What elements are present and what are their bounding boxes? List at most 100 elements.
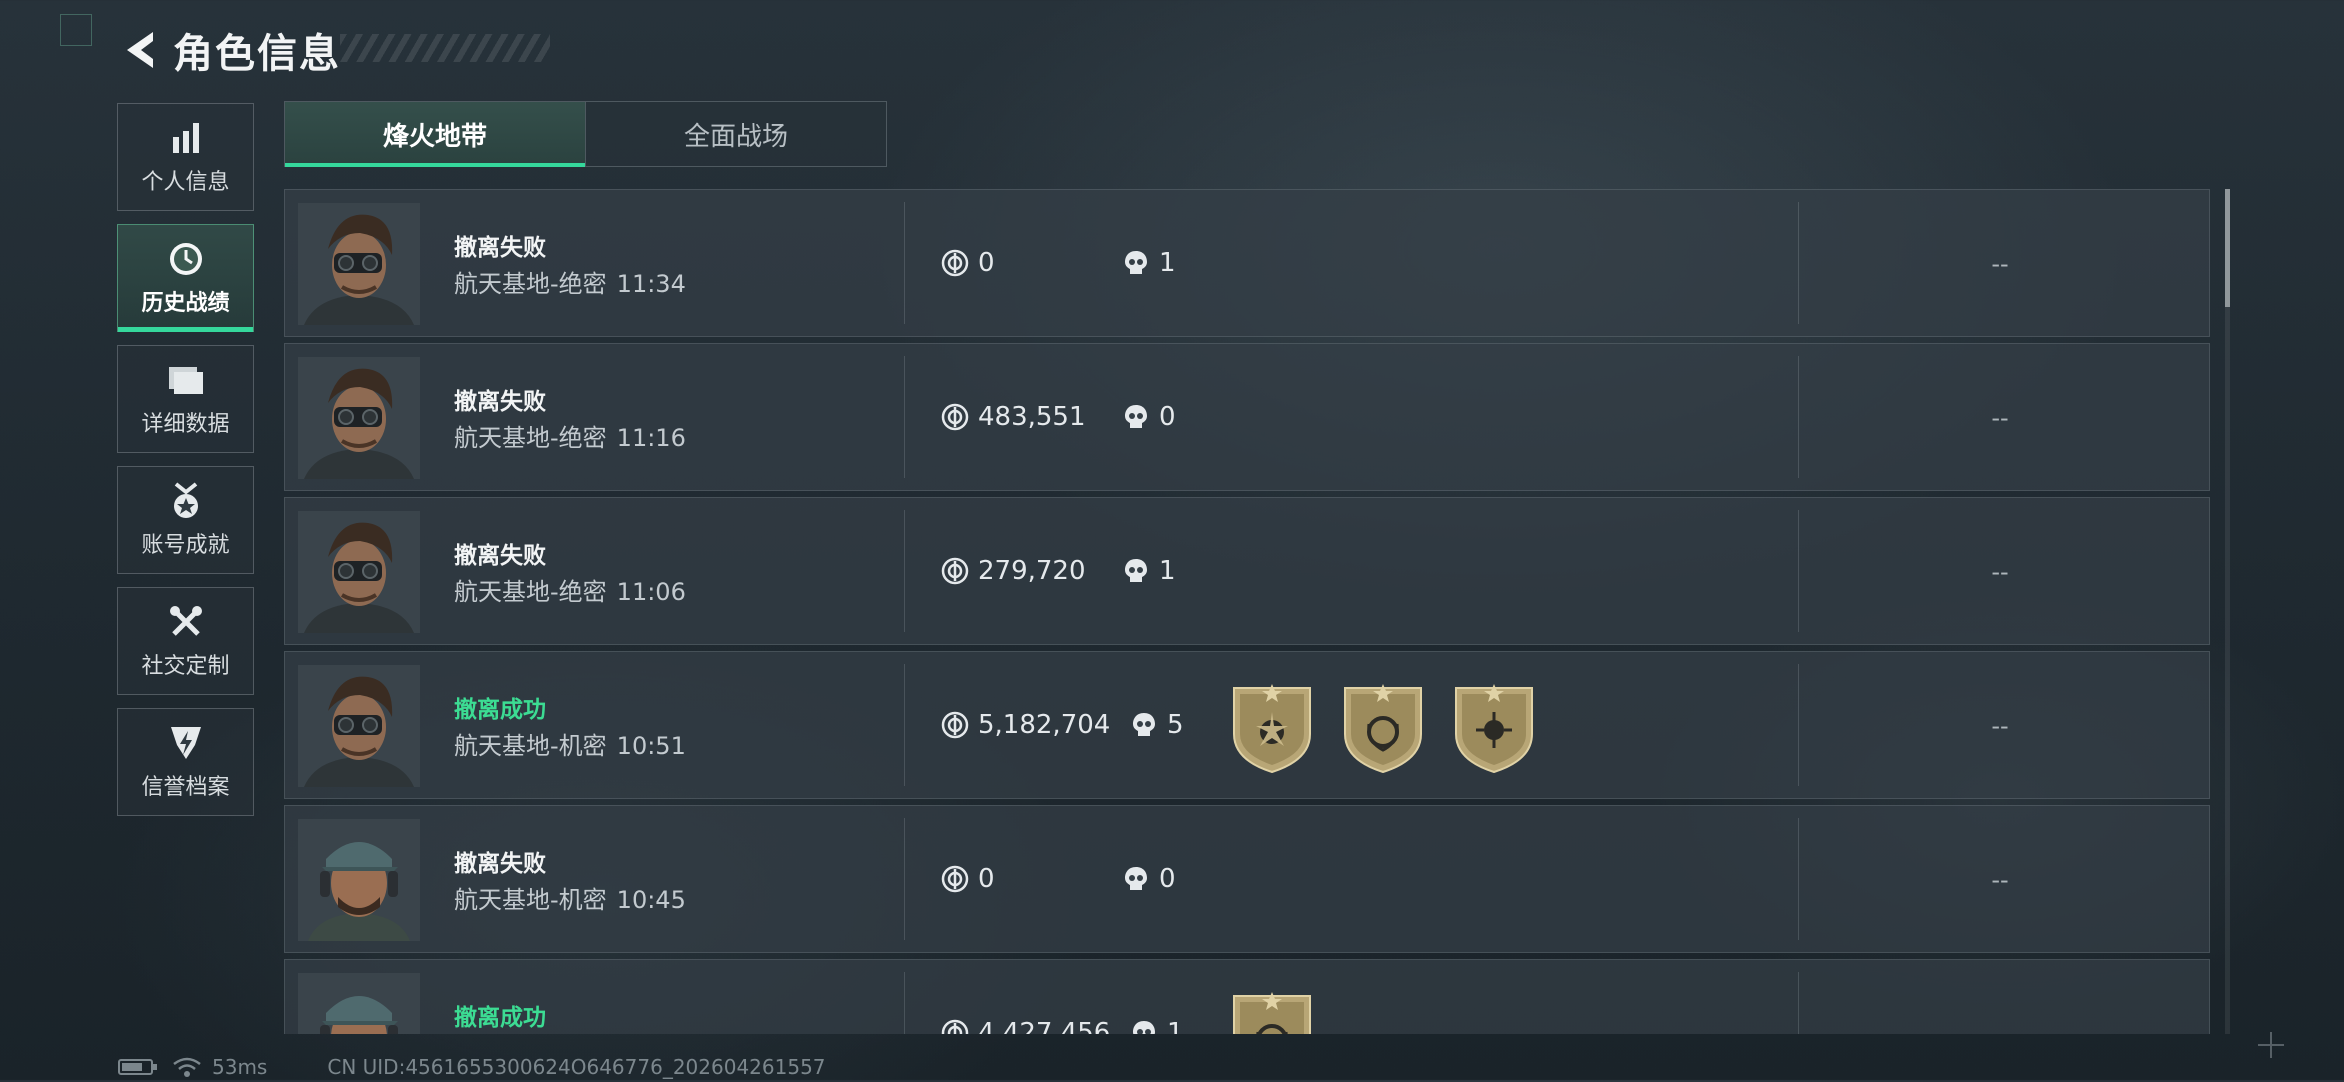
sidebar-item-label: 个人信息: [141, 170, 230, 195]
coin-icon: [940, 556, 970, 586]
column-divider: [904, 664, 905, 786]
match-record-list[interactable]: 撤离失败 航天基地-绝密 11:34 0 1 -- 撤离失败 航天基地-绝密 11:16 483,…: [284, 189, 2212, 1034]
medal-icon: [166, 481, 206, 521]
battery-icon: [118, 1059, 157, 1075]
tab-warfare-zone[interactable]: 烽火地带: [285, 102, 585, 167]
skull-icon: [1121, 556, 1151, 586]
scrollbar[interactable]: [2225, 189, 2230, 1034]
match-record-row[interactable]: 撤离失败航天基地-绝密 11:06 279,720 1 --: [284, 497, 2210, 645]
tab-full-battlefield[interactable]: 全面战场: [585, 102, 886, 166]
mode-tabs: 烽火地带 全面战场: [284, 101, 887, 167]
kills-stat: 1: [1121, 554, 1176, 588]
folder-icon: [166, 360, 206, 400]
sidebar-item-label: 账号成就: [141, 533, 230, 558]
loot-value-stat: 0: [940, 246, 995, 280]
loot-value: 4,427,456: [978, 1018, 1111, 1034]
tools-icon: [166, 602, 206, 642]
corner-decoration: [60, 14, 92, 46]
back-button[interactable]: [115, 26, 163, 74]
sidebar-item-social-custom[interactable]: 社交定制: [117, 587, 254, 695]
map-name: 航天基地-绝密: [454, 270, 607, 298]
map-name: 航天基地-机密: [454, 886, 607, 914]
extraction-status: 撤离失败: [454, 543, 546, 569]
match-record-row[interactable]: 撤离失败 航天基地-机密 10:45 0 0 --: [284, 805, 2210, 953]
kills-stat: 0: [1121, 400, 1176, 434]
loot-value: 279,720: [978, 556, 1086, 586]
sidebar-item-label: 历史战绩: [141, 291, 230, 316]
match-record-row[interactable]: 撤离失败 航天基地-绝密 11:34 0 1 --: [284, 189, 2210, 337]
operator-avatar: [298, 203, 420, 325]
title-decoration: [340, 34, 550, 62]
map-and-time: 航天基地-绝密 11:06: [454, 572, 686, 607]
skull-icon: [1121, 864, 1151, 894]
sidebar-item-achievements[interactable]: 账号成就: [117, 466, 254, 574]
skull-icon: [1129, 710, 1159, 740]
sidebar-item-label: 信誉档案: [141, 775, 230, 800]
kills-stat: 5: [1129, 708, 1184, 742]
loot-value: 5,182,704: [978, 710, 1111, 740]
status-footer: 53ms CN UID:4561655300624O646776_2026042…: [118, 1052, 826, 1082]
kills-stat: 1: [1129, 1016, 1184, 1034]
loot-value-stat: 279,720: [940, 554, 1086, 588]
ping-value: 53ms: [212, 1055, 268, 1079]
kills-stat: 0: [1121, 862, 1176, 896]
kill-count: 5: [1167, 710, 1184, 740]
column-divider: [1798, 818, 1799, 940]
wreath-medal-icon[interactable]: [1228, 990, 1316, 1034]
map-and-time: 航天基地-绝密 11:16: [454, 418, 686, 453]
wreath-medal-icon[interactable]: [1339, 682, 1427, 774]
header: 角色信息: [115, 20, 341, 80]
map-and-time: 航天基地-机密 10:45: [454, 880, 686, 915]
map-name: 航天基地-绝密: [454, 578, 607, 606]
extra-info: --: [1991, 558, 2009, 586]
extra-info: --: [1991, 1020, 2009, 1034]
coin-icon: [940, 1018, 970, 1034]
operator-avatar: [298, 511, 420, 633]
extra-info: --: [1991, 250, 2009, 278]
coin-icon: [940, 710, 970, 740]
wifi-icon: [173, 1057, 201, 1077]
kill-count: 1: [1167, 1018, 1184, 1034]
operator-avatar: [298, 665, 420, 787]
coin-icon: [940, 402, 970, 432]
coin-icon: [940, 248, 970, 278]
operator-avatar: [298, 819, 420, 941]
sidebar-item-detailed-data[interactable]: 详细数据: [117, 345, 254, 453]
sidebar-item-match-history[interactable]: 历史战绩: [117, 224, 254, 332]
match-time: 10:45: [616, 886, 686, 914]
burst-medal-icon[interactable]: [1228, 682, 1316, 774]
map-name: 航天基地-绝密: [454, 424, 607, 452]
back-arrow-icon: [127, 32, 153, 68]
kill-count: 1: [1159, 556, 1176, 586]
skull-icon: [1121, 248, 1151, 278]
sidebar-item-reputation[interactable]: 信誉档案: [117, 708, 254, 816]
medal-list: [1228, 990, 1339, 1034]
column-divider: [1798, 510, 1799, 632]
extra-info: --: [1991, 404, 2009, 432]
sidebar-item-personal-info[interactable]: 个人信息: [117, 103, 254, 211]
page-title: 角色信息: [173, 31, 341, 77]
extraction-status: 撤离失败: [454, 235, 546, 261]
column-divider: [1798, 356, 1799, 478]
operator-avatar: [298, 973, 420, 1034]
extraction-status: 撤离成功: [454, 697, 546, 723]
loot-value-stat: 483,551: [940, 400, 1086, 434]
match-time: 11:16: [616, 424, 686, 452]
loot-value-stat: 5,182,704: [940, 708, 1110, 742]
match-time: 10:51: [616, 732, 686, 760]
column-divider: [1798, 664, 1799, 786]
medal-list: [1228, 682, 1561, 774]
match-record-row[interactable]: 撤离成功 航天基地-机密 10:51 5,182,704 5 --: [284, 651, 2210, 799]
match-record-row[interactable]: 撤离成功 4,427,456 1 --: [284, 959, 2210, 1034]
sidebar-item-label: 社交定制: [141, 654, 230, 679]
operator-avatar: [298, 357, 420, 479]
scrollbar-thumb[interactable]: [2225, 189, 2230, 307]
match-record-row[interactable]: 撤离失败 航天基地-绝密 11:16 483,551 0 --: [284, 343, 2210, 491]
column-divider: [1798, 202, 1799, 324]
extraction-status: 撤离成功: [454, 1005, 546, 1031]
sidebar: 个人信息 历史战绩 详细数据 账号成就 社交定制 信誉档案: [117, 103, 254, 829]
column-divider: [904, 972, 905, 1034]
plus-decoration: [2258, 1032, 2284, 1058]
crosshair-medal-icon[interactable]: [1450, 682, 1538, 774]
kill-count: 0: [1159, 864, 1176, 894]
